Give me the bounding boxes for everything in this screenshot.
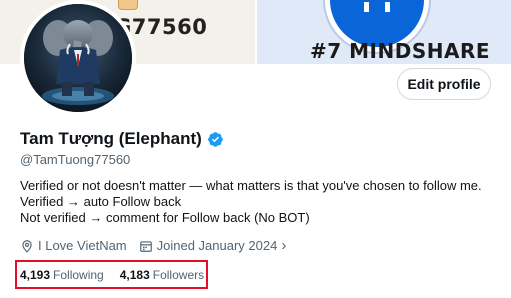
elephant-avatar-image	[24, 4, 132, 112]
calendar-icon	[139, 240, 152, 252]
profile-bio: Verified or not doesn't matter — what ma…	[20, 178, 482, 226]
follow-counts: 4,193 Following 4,183 Followers	[20, 268, 204, 282]
following-label: Following	[53, 268, 104, 282]
profile-joined[interactable]: Joined January 2024 ›	[139, 238, 286, 253]
following-count: 4,193	[20, 268, 51, 282]
following-link[interactable]: 4,193 Following	[20, 268, 104, 282]
banner-divider	[255, 0, 257, 64]
profile-location: I Love VietNam	[20, 238, 127, 253]
display-name: Tam Tượng (Elephant)	[20, 129, 202, 148]
location-text: I Love VietNam	[38, 238, 127, 253]
banner-globe-mark	[364, 2, 390, 12]
profile-meta-row: I Love VietNam Joined January 2024 ›	[20, 238, 298, 253]
banner-mascot-graphic	[118, 0, 138, 10]
followers-count: 4,183	[119, 268, 150, 282]
banner-mindshare-text: #7 MINDSHARE	[310, 39, 491, 63]
profile-name-row: Tam Tượng (Elephant)	[20, 129, 224, 149]
profile-handle: @TamTuong77560	[20, 152, 131, 167]
edit-profile-button[interactable]: Edit profile	[397, 68, 491, 100]
bio-line: Verified or not doesn't matter — what ma…	[20, 178, 482, 193]
chevron-right-icon[interactable]: ›	[281, 238, 286, 253]
joined-text: Joined January 2024	[156, 238, 278, 253]
bio-line: Verified → auto Follow back	[20, 194, 182, 209]
followers-link[interactable]: 4,183 Followers	[120, 268, 204, 282]
followers-label: Followers	[152, 268, 205, 282]
verified-badge-icon[interactable]	[207, 131, 224, 148]
location-pin-icon	[22, 239, 32, 253]
avatar[interactable]	[20, 0, 136, 116]
bio-line: Not verified → comment for Follow back (…	[20, 210, 310, 225]
